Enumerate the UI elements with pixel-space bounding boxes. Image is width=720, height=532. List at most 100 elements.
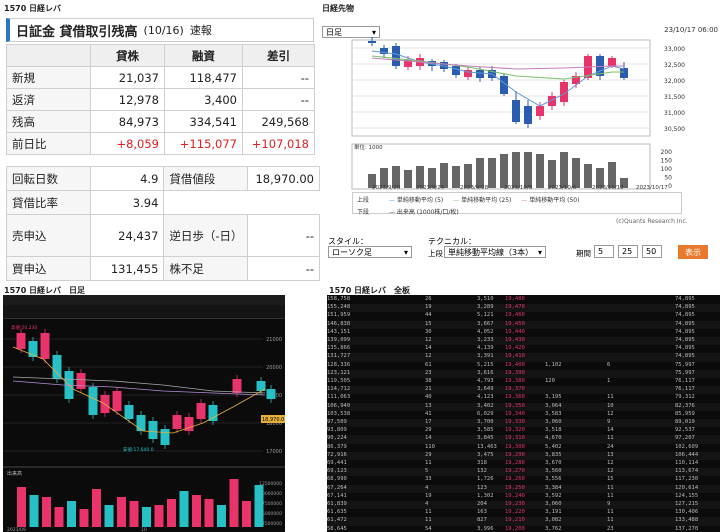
vol-tick-label: 50 — [664, 175, 672, 182]
board-cell: 106,940 — [327, 402, 351, 409]
board-cell: 4 — [425, 484, 429, 491]
board-cell: 3,289 — [477, 304, 494, 311]
candle-body — [88, 387, 98, 415]
board-cell: 19,330 — [505, 419, 525, 425]
board-cell: 124,155 — [675, 492, 699, 499]
board-cell: 72,916 — [327, 451, 347, 458]
volume-bar — [229, 479, 239, 527]
board-cell: 74,895 — [675, 304, 695, 311]
board-cell: 19,380 — [505, 378, 525, 384]
table-row: 回転日数 4.9 貸借値段 18,970.00 — [6, 166, 320, 191]
table-row: 61,839 4 204 19,230 3,060 9 127,215 — [327, 501, 720, 510]
board-cell: 74,895 — [675, 320, 695, 327]
board-cell: 97,207 — [675, 435, 695, 442]
board-cell: 90,224 — [327, 435, 347, 442]
candle-body — [16, 333, 26, 349]
x-tick-label: 10 — [141, 527, 147, 532]
volume-bar — [129, 501, 139, 527]
candle-body — [148, 421, 158, 439]
board-cell: 4,123 — [477, 394, 494, 401]
volume-bar — [476, 158, 484, 188]
board-cell: 132 — [477, 468, 487, 475]
board-cell: 85,959 — [675, 410, 695, 417]
board-cell: 110,114 — [675, 460, 699, 466]
board-cell: 11 — [607, 492, 614, 499]
board-cell: 89,019 — [675, 419, 695, 425]
board-cell: 74,895 — [675, 296, 695, 302]
table-row: 69,123 5 132 19,270 3,560 12 113,674 — [327, 468, 720, 477]
y-tick-label: 17000 — [266, 449, 282, 455]
board-cell: 61,635 — [327, 509, 347, 516]
board-cell: 5 — [425, 468, 429, 475]
board-cell: 67,141 — [327, 492, 347, 499]
board-cell: 33 — [425, 476, 432, 483]
show-button[interactable]: 表示 — [678, 245, 708, 259]
board-cell: 3,556 — [545, 476, 562, 483]
style-select[interactable]: ローソク足 ▾ — [328, 246, 412, 258]
volume-bar — [67, 501, 76, 527]
volume-bar — [142, 507, 151, 527]
volume-bar — [404, 170, 412, 188]
chart-controls[interactable] — [3, 305, 285, 319]
board-cell: 82,376 — [675, 402, 695, 409]
col-header: 貸株 — [90, 44, 165, 67]
board-cell: 19,470 — [505, 304, 525, 311]
board-cell: 120,614 — [675, 484, 699, 491]
volume-bar — [512, 152, 520, 188]
board-cell: 21 — [425, 386, 432, 393]
panel-caption: 日経先物 — [322, 4, 354, 13]
board-cell: 12 — [425, 337, 432, 343]
x-tick-label: 2023/9/20 — [372, 185, 401, 191]
margin-date: (10/16) — [143, 23, 184, 37]
volume-bar — [500, 154, 508, 188]
table-row: 135,866 14 4,139 19,420 74,895 — [327, 345, 720, 353]
board-cell: 75,997 — [675, 361, 695, 368]
board-cell: 19,480 — [505, 296, 525, 302]
candle-body — [196, 403, 206, 419]
volume-label: 出来高 — [7, 470, 22, 477]
panel-caption: 1570 日経レバ — [4, 4, 62, 13]
margin-balance-panel: 1570 日経レバ 日証金 貸借取引残高 (10/16) 速報 貸株 融資 差引… — [0, 0, 320, 282]
candle-body — [452, 66, 460, 75]
y-tick-label: 31,500 — [664, 94, 685, 101]
board-cell: 23 — [425, 369, 432, 376]
vol-tick-label: 150 — [661, 158, 673, 165]
technical-select[interactable]: 単純移動平均線（3本） ▾ — [444, 246, 546, 258]
board-cell: 3,845 — [477, 435, 494, 442]
board-cell: 318 — [477, 460, 487, 466]
board-cell: 19,200 — [505, 525, 525, 532]
volume-bar — [548, 160, 556, 188]
board-cell: 76,117 — [675, 386, 695, 393]
board-cell: 133,488 — [675, 517, 699, 524]
candle-body — [266, 389, 276, 399]
volume-unit: 単位: 1000 — [354, 143, 383, 151]
candle-body — [608, 58, 616, 66]
board-cell: 19,230 — [505, 501, 525, 507]
period-input-2[interactable]: 25 — [618, 245, 638, 258]
low-label: 安値:17,640.0 — [123, 446, 154, 453]
margin-title: 日証金 貸借取引残高 — [16, 24, 138, 40]
candle-body — [620, 68, 628, 78]
board-cell: 23 — [607, 525, 614, 532]
board-cell: 19,280 — [505, 460, 525, 466]
volume-bar — [584, 164, 592, 188]
period-input-1[interactable]: 5 — [594, 245, 614, 258]
chart-legend: 上段 — 単純移動平均 (5) — 単純移動平均 (25) — 単純移動平均 (… — [352, 192, 682, 216]
board-cell: 1,102 — [545, 361, 562, 368]
y-tick-label: 33,000 — [664, 46, 685, 53]
board-cell: 204 — [477, 501, 487, 507]
board-cell: 1 — [607, 378, 611, 384]
board-cell: 11 — [425, 460, 432, 466]
board-cell: 13,463 — [477, 443, 497, 450]
table-row: 68,990 33 1,726 19,260 3,556 15 117,230 — [327, 476, 720, 484]
board-cell: 9 — [607, 501, 611, 507]
vol-tick-label: 5000000 — [262, 511, 282, 517]
chart-timestamp: 23/10/17 06:00 — [664, 26, 718, 34]
table-row: 72,916 29 3,475 19,290 3,835 13 106,444 — [327, 451, 720, 460]
board-cell: 19,250 — [505, 484, 525, 491]
volume-bar — [92, 489, 101, 527]
period-input-3[interactable]: 50 — [642, 245, 662, 258]
board-cell: 61 — [425, 361, 432, 368]
table-row: 143,151 30 4,052 19,440 74,895 — [327, 329, 720, 337]
volume-bar — [29, 495, 39, 527]
